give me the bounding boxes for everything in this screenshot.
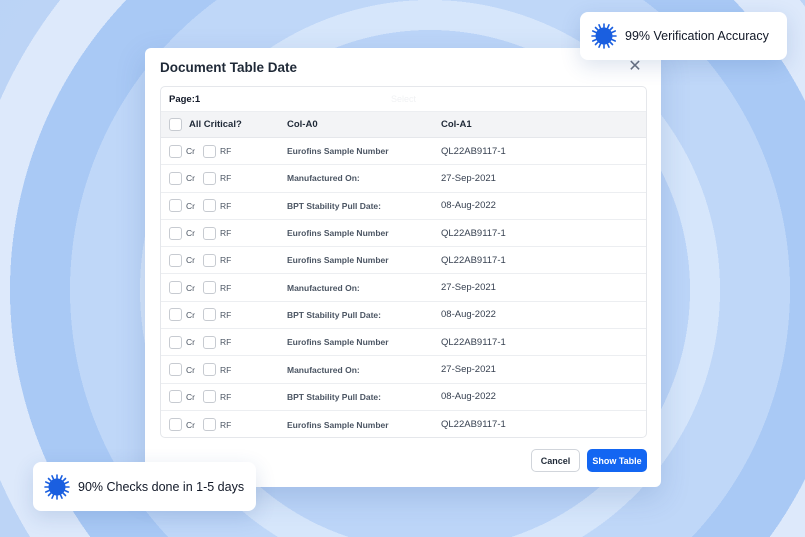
table-row: Cr RF Eurofins Sample Number QL22AB9117-1 <box>161 411 646 437</box>
col-a0-cell: Manufactured On: <box>287 173 360 184</box>
page-label: Page:1 <box>169 93 201 105</box>
table-row: Cr RF BPT Stability Pull Date: 08-Aug-2022 <box>161 302 646 330</box>
table-row: Cr RF Manufactured On: 27-Sep-2021 <box>161 165 646 193</box>
col-a0-cell: Manufactured On: <box>287 364 360 375</box>
all-critical-header: All Critical? <box>189 119 242 130</box>
col-a0-header: Col-A0 <box>287 119 318 130</box>
col-a1-cell: 27-Sep-2021 <box>441 282 496 294</box>
col-a1-cell: QL22AB9117-1 <box>441 419 506 431</box>
table-row: Cr RF BPT Stability Pull Date: 08-Aug-2022 <box>161 384 646 411</box>
rf-label: RF <box>219 255 232 266</box>
col-a1-cell: 27-Sep-2021 <box>441 364 496 376</box>
cr-label: Cr <box>186 391 195 402</box>
modal-title: Document Table Date <box>160 60 298 75</box>
col-a0-cell: Eurofins Sample Number <box>287 255 389 266</box>
rf-checkbox[interactable] <box>202 199 216 213</box>
rf-label: RF <box>219 309 232 320</box>
col-a0-cell: BPT Stability Pull Date: <box>287 200 381 211</box>
cancel-button[interactable]: Cancel <box>531 449 580 472</box>
page-hint: Select <box>391 94 417 104</box>
col-a0-cell: Manufactured On: <box>287 282 360 293</box>
critical-checkbox[interactable] <box>169 144 182 158</box>
rf-label: RF <box>219 200 232 211</box>
cr-label: Cr <box>186 200 195 211</box>
rf-checkbox[interactable] <box>202 308 216 322</box>
all-critical-checkbox[interactable] <box>169 118 182 131</box>
rf-label: RF <box>219 173 232 184</box>
col-a1-cell: 08-Aug-2022 <box>441 309 496 321</box>
col-a0-cell: Eurofins Sample Number <box>287 419 389 430</box>
table-row: Cr RF Manufactured On: 27-Sep-2021 <box>161 356 646 384</box>
rf-checkbox[interactable] <box>202 144 216 158</box>
col-a1-cell: 08-Aug-2022 <box>441 391 496 403</box>
modal-footer: Cancel Show Table <box>531 449 647 472</box>
virus-icon <box>591 23 617 49</box>
col-a1-cell: QL22AB9117-1 <box>441 145 506 157</box>
critical-checkbox[interactable] <box>169 281 182 295</box>
cr-label: Cr <box>186 146 195 157</box>
virus-icon <box>44 473 70 500</box>
show-table-button[interactable]: Show Table <box>587 449 647 472</box>
table-header: All Critical? Col-A0 Col-A1 <box>161 112 646 138</box>
col-a1-cell: QL22AB9117-1 <box>441 227 506 239</box>
col-a1-cell: 08-Aug-2022 <box>441 200 496 212</box>
critical-checkbox[interactable] <box>169 199 182 213</box>
critical-checkbox[interactable] <box>169 226 182 240</box>
page-indicator: Page:1 Select <box>161 87 646 112</box>
rf-checkbox[interactable] <box>202 418 216 432</box>
document-table-modal: Document Table Date ✕ Page:1 Select All … <box>145 48 661 487</box>
critical-checkbox[interactable] <box>169 171 182 185</box>
rf-label: RF <box>219 391 232 402</box>
critical-checkbox[interactable] <box>169 308 182 322</box>
cr-label: Cr <box>186 419 195 430</box>
rf-checkbox[interactable] <box>202 253 216 267</box>
col-a1-cell: QL22AB9117-1 <box>441 336 506 348</box>
cr-label: Cr <box>186 337 195 348</box>
rf-label: RF <box>219 146 232 157</box>
rf-checkbox[interactable] <box>202 226 216 240</box>
col-a0-cell: BPT Stability Pull Date: <box>287 391 381 402</box>
rf-checkbox[interactable] <box>202 281 216 295</box>
cr-label: Cr <box>186 309 195 320</box>
col-a0-cell: Eurofins Sample Number <box>287 337 389 348</box>
badge-text: 99% Verification Accuracy <box>625 29 769 43</box>
critical-checkbox[interactable] <box>169 390 182 404</box>
table-row: Cr RF BPT Stability Pull Date: 08-Aug-2022 <box>161 193 646 220</box>
rf-checkbox[interactable] <box>202 335 216 349</box>
critical-checkbox[interactable] <box>169 335 182 349</box>
critical-checkbox[interactable] <box>169 253 182 267</box>
table-row: Cr RF Eurofins Sample Number QL22AB9117-1 <box>161 220 646 248</box>
checks-done-badge: 90% Checks done in 1-5 days <box>33 462 256 511</box>
data-table: Page:1 Select All Critical? Col-A0 Col-A… <box>160 86 647 438</box>
rf-label: RF <box>219 228 232 239</box>
rf-checkbox[interactable] <box>202 363 216 377</box>
col-a1-header: Col-A1 <box>441 119 472 130</box>
col-a0-cell: Eurofins Sample Number <box>287 146 389 157</box>
close-icon[interactable]: ✕ <box>627 59 643 75</box>
col-a1-cell: QL22AB9117-1 <box>441 254 506 266</box>
col-a0-cell: BPT Stability Pull Date: <box>287 309 381 320</box>
table-row: Cr RF Eurofins Sample Number QL22AB9117-1 <box>161 329 646 357</box>
table-row: Cr RF Eurofins Sample Number QL22AB9117-1 <box>161 138 646 166</box>
cr-label: Cr <box>186 173 195 184</box>
rf-label: RF <box>219 282 232 293</box>
cr-label: Cr <box>186 255 195 266</box>
rf-label: RF <box>219 419 232 430</box>
table-body: Cr RF Eurofins Sample Number QL22AB9117-1 Cr… <box>161 138 646 437</box>
verification-accuracy-badge: 99% Verification Accuracy <box>580 12 787 60</box>
rf-label: RF <box>219 337 232 348</box>
col-a0-cell: Eurofins Sample Number <box>287 228 389 239</box>
cr-label: Cr <box>186 228 195 239</box>
cr-label: Cr <box>186 364 195 375</box>
rf-checkbox[interactable] <box>202 171 216 185</box>
badge-text: 90% Checks done in 1-5 days <box>78 479 245 494</box>
col-a1-cell: 27-Sep-2021 <box>441 172 496 184</box>
critical-checkbox[interactable] <box>169 363 182 377</box>
critical-checkbox[interactable] <box>169 418 182 432</box>
cr-label: Cr <box>186 282 195 293</box>
rf-label: RF <box>219 364 232 375</box>
table-row: Cr RF Manufactured On: 27-Sep-2021 <box>161 274 646 302</box>
table-row: Cr RF Eurofins Sample Number QL22AB9117-1 <box>161 247 646 275</box>
rf-checkbox[interactable] <box>202 390 216 404</box>
